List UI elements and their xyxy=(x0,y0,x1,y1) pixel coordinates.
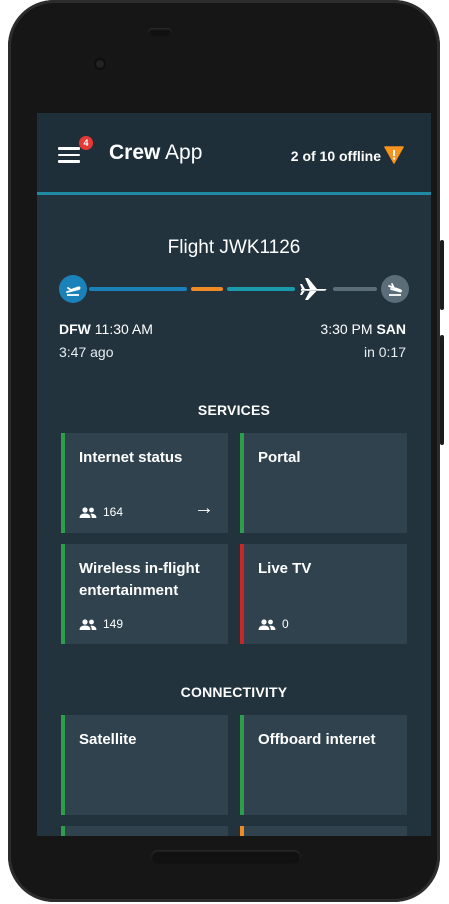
origin-relative: 3:47 ago xyxy=(59,344,114,360)
departure-icon xyxy=(59,275,87,303)
connectivity-card-partial[interactable] xyxy=(240,826,407,836)
status-indicator xyxy=(240,544,244,644)
app-screen: 4 Crew App 2 of 10 offline Flight JWK112… xyxy=(37,113,431,836)
offline-status[interactable]: 2 of 10 offline xyxy=(291,148,381,164)
top-sensor xyxy=(148,28,172,36)
card-title: Wireless in-flight entertainment xyxy=(79,560,200,599)
status-indicator xyxy=(240,826,244,836)
status-indicator xyxy=(240,715,244,815)
status-indicator xyxy=(240,433,244,533)
status-indicator xyxy=(61,715,65,815)
user-count: 0 xyxy=(258,617,289,631)
notification-badge: 4 xyxy=(79,136,93,150)
status-indicator xyxy=(61,826,65,836)
arrival-icon xyxy=(381,275,409,303)
route-segment-current xyxy=(191,287,223,291)
bottom-speaker xyxy=(151,850,301,864)
card-title: Offboard interıet xyxy=(258,731,376,748)
card-title: Portal xyxy=(258,449,301,466)
route-segment-recent xyxy=(227,287,295,291)
service-card-portal[interactable]: Portal xyxy=(240,433,407,533)
power-button xyxy=(440,240,444,310)
arrow-right-icon[interactable]: → xyxy=(194,497,214,520)
service-card-wireless-ife[interactable]: Wireless in-flight entertainment 149 xyxy=(61,544,228,644)
flight-progress xyxy=(59,275,409,303)
destination-label: 3:30 PM SAN xyxy=(320,321,406,337)
menu-icon[interactable] xyxy=(58,147,80,163)
status-indicator xyxy=(61,433,65,533)
plane-icon xyxy=(300,278,327,300)
warning-icon[interactable] xyxy=(384,146,404,164)
flight-title: Flight JWK1126 xyxy=(167,237,301,258)
card-title: Internet status xyxy=(79,449,183,466)
services-heading: SERVICES xyxy=(197,402,271,418)
service-card-internet-status[interactable]: Internet status 164 → xyxy=(61,433,228,533)
origin-label: DFW 11:30 AM xyxy=(59,321,153,337)
connectivity-card-offboard-internet[interactable]: Offboard interıet xyxy=(240,715,407,815)
connectivity-card-partial[interactable] xyxy=(61,826,228,836)
route-segment-remaining xyxy=(333,287,377,291)
route-segment-complete xyxy=(89,287,187,291)
user-count: 149 xyxy=(79,617,123,631)
front-camera xyxy=(94,58,106,70)
app-bar: 4 Crew App 2 of 10 offline xyxy=(37,113,431,193)
app-bar-divider xyxy=(37,192,431,195)
users-icon xyxy=(79,619,97,631)
destination-relative: in 0:17 xyxy=(363,344,406,360)
user-count: 164 xyxy=(79,505,123,519)
service-card-live-tv[interactable]: Live TV 0 xyxy=(240,544,407,644)
card-title: Live TV xyxy=(258,560,312,577)
volume-button xyxy=(440,335,444,445)
connectivity-heading: CONNECTIVITY xyxy=(180,684,288,700)
card-title: Satellite xyxy=(79,731,137,748)
connectivity-card-satellite[interactable]: Satellite xyxy=(61,715,228,815)
app-title: Crew App xyxy=(109,141,203,164)
users-icon xyxy=(79,507,97,519)
users-icon xyxy=(258,619,276,631)
status-indicator xyxy=(61,544,65,644)
